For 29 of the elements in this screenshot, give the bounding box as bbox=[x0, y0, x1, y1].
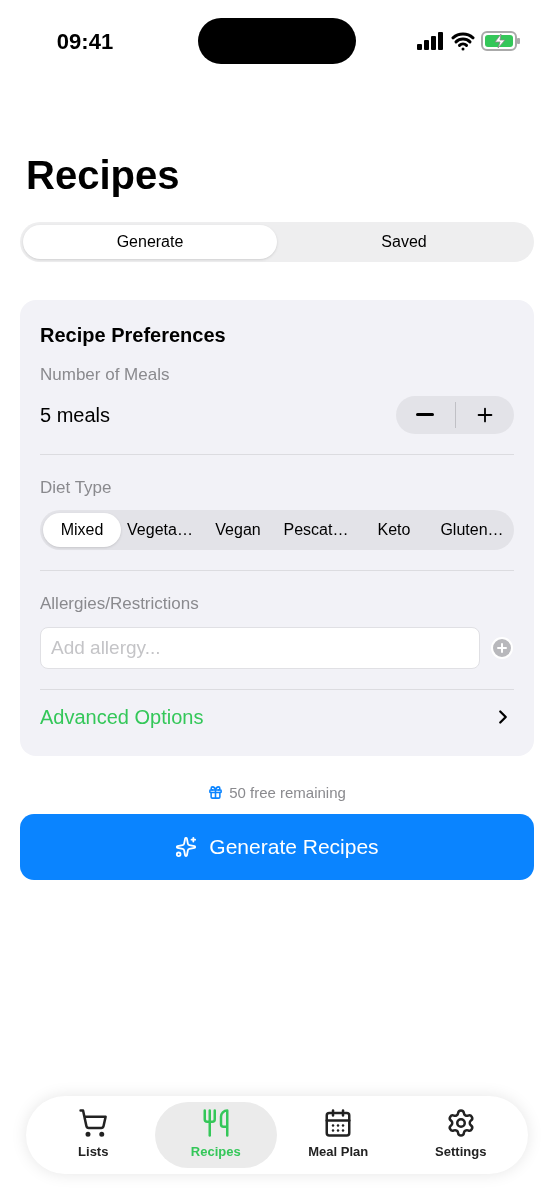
signal-icon bbox=[417, 32, 445, 50]
sparkles-icon bbox=[175, 836, 198, 858]
diet-label: Diet Type bbox=[40, 476, 113, 499]
diet-option[interactable]: Pescat… bbox=[277, 513, 355, 547]
free-remaining-note: 50 free remaining bbox=[229, 782, 346, 803]
calendar-icon bbox=[323, 1108, 354, 1139]
status-time: 09:41 bbox=[55, 27, 115, 56]
gift-icon bbox=[208, 785, 224, 801]
diet-option[interactable]: Mixed bbox=[43, 513, 121, 547]
settings-icon bbox=[445, 1108, 476, 1139]
meals-value: 5 meals bbox=[40, 402, 111, 428]
tab-bar-item[interactable]: Lists bbox=[32, 1102, 155, 1168]
allergies-label: Allergies/Restrictions bbox=[40, 593, 200, 615]
minus-icon bbox=[416, 413, 435, 416]
page-title: Recipes bbox=[26, 152, 181, 199]
segment-tab[interactable]: Generate bbox=[23, 225, 277, 259]
diet-option[interactable]: Gluten… bbox=[433, 513, 511, 547]
allergy-field[interactable]: Add allergy... bbox=[40, 626, 480, 669]
battery-icon bbox=[481, 31, 521, 51]
generate-button[interactable]: Generate Recipes bbox=[20, 814, 534, 880]
card-title: Recipe Preferences bbox=[40, 323, 227, 348]
diet-option[interactable]: Keto bbox=[355, 513, 433, 547]
segment-tab[interactable]: Saved bbox=[277, 225, 531, 259]
meals-label: Number of Meals bbox=[40, 364, 171, 386]
tab-bar-item[interactable]: Settings bbox=[399, 1102, 522, 1168]
diet-option[interactable]: Vegan bbox=[199, 513, 277, 547]
cart-icon bbox=[78, 1108, 109, 1139]
diet-option[interactable]: Vegeta… bbox=[121, 513, 199, 547]
tab-bar-item[interactable]: Meal Plan bbox=[277, 1102, 400, 1168]
